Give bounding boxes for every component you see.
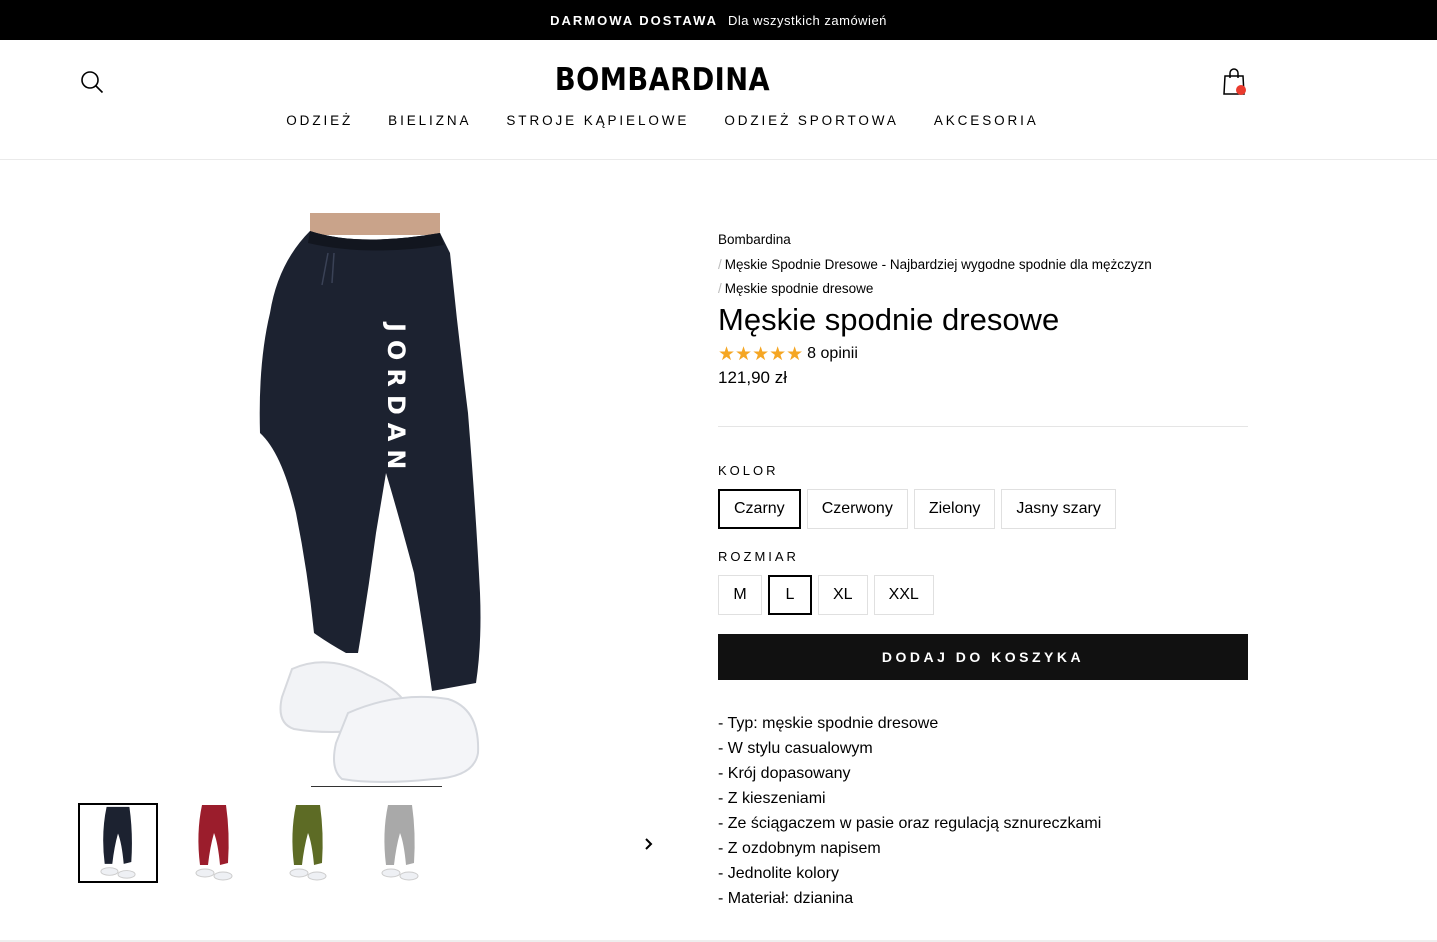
- review-count[interactable]: 8 opinii: [807, 345, 858, 363]
- site-header: BOMBARDINA ODZIEŻ BIELIZNA STROJE KĄPIEL…: [0, 40, 1437, 160]
- nav-item-odziez-sportowa[interactable]: ODZIEŻ SPORTOWA: [724, 113, 899, 128]
- size-option-l[interactable]: L: [768, 574, 812, 615]
- thumbnail-green[interactable]: [268, 803, 348, 883]
- description-line: - Z ozdobnym napisem: [718, 839, 881, 857]
- image-scroll-indicator: [311, 786, 442, 787]
- pants-thumbnail-icon: [381, 805, 419, 881]
- color-option-zielony[interactable]: Zielony: [913, 488, 996, 529]
- announcement-bar: DARMOWA DOSTAWA Dla wszystkich zamówień: [0, 0, 1437, 40]
- breadcrumb: Bombardina: [718, 228, 1248, 253]
- nav-item-stroje-kapielowe[interactable]: STROJE KĄPIELOWE: [506, 113, 689, 128]
- description-line: - Krój dopasowany: [718, 764, 851, 782]
- nav-item-odziez[interactable]: ODZIEŻ: [286, 113, 353, 128]
- thumbnail-grey[interactable]: [360, 803, 440, 883]
- color-option-czarny[interactable]: Czarny: [718, 488, 801, 529]
- chevron-right-icon[interactable]: [638, 833, 660, 855]
- size-option-xl[interactable]: XL: [818, 574, 868, 615]
- description-line: - W stylu casualowym: [718, 739, 873, 757]
- breadcrumb-separator: /: [718, 256, 722, 272]
- product-info: Bombardina / Męskie Spodnie Dresowe - Naj…: [718, 228, 1248, 911]
- announcement-text: Dla wszystkich zamówień: [728, 12, 887, 28]
- size-options: M L XL XXL: [718, 574, 1248, 615]
- breadcrumb-item[interactable]: Męskie Spodnie Dresowe - Najbardziej wyg…: [725, 257, 1152, 272]
- product-title: Męskie spodnie dresowe: [718, 301, 1060, 337]
- add-to-cart-button[interactable]: DODAJ DO KOSZYKA: [718, 633, 1248, 680]
- product-price: 121,90 zł: [718, 367, 787, 387]
- breadcrumb-separator: /: [718, 281, 722, 296]
- breadcrumb-row: / Męskie spodnie dresowe: [718, 277, 1248, 302]
- pants-thumbnail-icon: [289, 805, 327, 881]
- size-option-m[interactable]: M: [718, 574, 762, 615]
- description-line: - Typ: męskie spodnie dresowe: [718, 714, 939, 732]
- nav-item-bielizna[interactable]: BIELIZNA: [388, 113, 471, 128]
- breadcrumb-item[interactable]: Męskie spodnie dresowe: [725, 281, 874, 296]
- main-nav: ODZIEŻ BIELIZNA STROJE KĄPIELOWE ODZIEŻ …: [0, 113, 1325, 128]
- rating[interactable]: ★★★★★ 8 opinii: [718, 343, 1248, 366]
- breadcrumb-item[interactable]: Bombardina: [718, 232, 791, 247]
- size-label: ROZMIAR: [718, 548, 799, 564]
- breadcrumb-row: / Męskie Spodnie Dresowe - Najbardziej wy…: [718, 253, 1248, 278]
- announcement-strong: DARMOWA DOSTAWA: [550, 12, 719, 28]
- pants-thumbnail-icon: [100, 806, 136, 879]
- color-options: Czarny Czerwony Zielony Jasny szary: [718, 488, 1248, 529]
- description-line: - Ze ściągaczem w pasie oraz regulacją s…: [718, 814, 1102, 832]
- site-logo[interactable]: BOMBARDINA: [80, 62, 1246, 98]
- color-label: KOLOR: [718, 462, 779, 478]
- color-option-jasny-szary[interactable]: Jasny szary: [1001, 488, 1116, 529]
- main-product-image[interactable]: JORDAN: [218, 213, 518, 788]
- divider: [718, 425, 1248, 427]
- nav-item-akcesoria[interactable]: AKCESORIA: [934, 113, 1039, 128]
- description-line: - Materiał: dzianina: [718, 889, 854, 907]
- description-line: - Z kieszeniami: [718, 789, 826, 807]
- thumbnail-black[interactable]: [78, 803, 158, 883]
- pants-thumbnail-icon: [195, 805, 233, 881]
- description-line: - Jednolite kolory: [718, 864, 839, 882]
- print-text: JORDAN: [382, 321, 410, 477]
- color-option-czerwony[interactable]: Czerwony: [806, 488, 908, 529]
- thumbnail-red[interactable]: [174, 803, 254, 883]
- star-rating-icon: ★★★★★: [718, 343, 804, 365]
- size-option-xxl[interactable]: XXL: [873, 574, 934, 615]
- cart-badge: [1236, 85, 1246, 95]
- product-description: - Typ: męskie spodnie dresowe - W stylu …: [718, 711, 1248, 911]
